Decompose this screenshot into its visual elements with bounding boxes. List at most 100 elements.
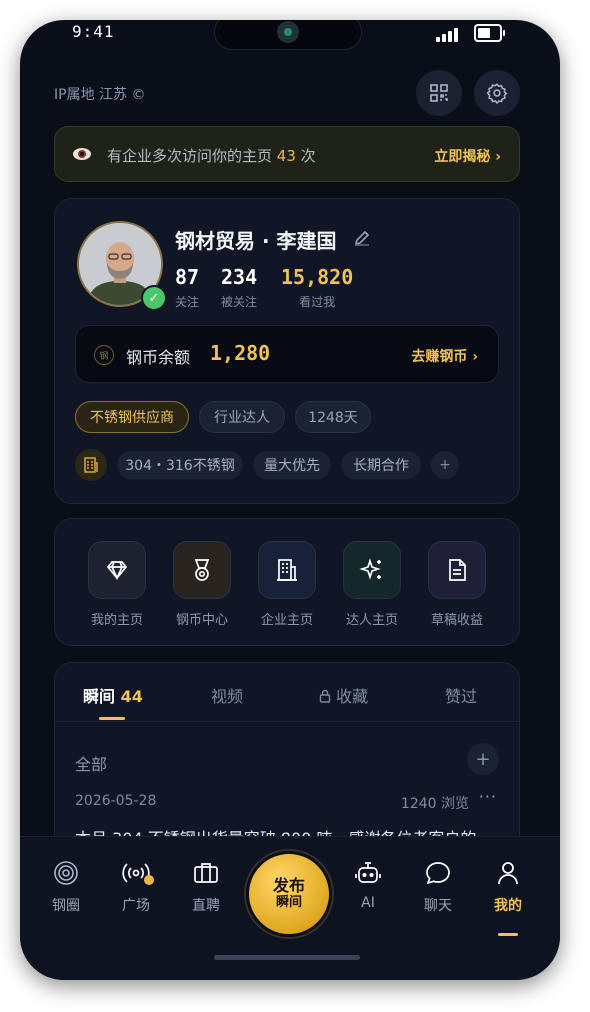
nav-item-chat[interactable]: 聊天 [408,859,468,915]
shortcut-label: 我的主页 [90,613,143,628]
tag-days[interactable]: 1248天 [295,401,371,433]
shortcut-expert-homepage[interactable]: 达人主页 [332,541,412,628]
profile-name: 钢材贸易 · 李建国 [175,229,337,253]
active-nav-indicator [498,933,518,936]
shortcut-label: 草稿收益 [430,613,483,628]
medal-icon [194,559,210,581]
qr-code-button[interactable] [416,70,462,116]
coin-value: 1,280 [210,341,271,365]
shortcut-label: 达人主页 [345,613,398,628]
visitor-banner[interactable]: 有企业多次访问你的主页 43 次 立即揭秘 › [54,126,520,182]
dynamic-island [214,20,362,50]
phone-screen: 9:41 IP属地 江苏 © 有企业多次访问你的主页 43 次 立即揭秘 › ✓… [20,20,560,980]
nav-item-jobs[interactable]: 直聘 [176,859,236,915]
tag-supplier[interactable]: 不锈钢供应商 [75,401,189,433]
shortcut-coin-center[interactable]: 钢币中心 [162,541,242,628]
add-tag-button[interactable]: + [431,451,459,479]
coin-balance-panel[interactable]: 钢 钢币余额 1,280 去赚钢币 › [75,325,499,383]
edit-pencil-icon[interactable] [353,229,371,247]
tab-count: 44 [120,687,143,706]
settings-button[interactable] [474,70,520,116]
publish-label-line1: 发布 [272,876,305,895]
more-options-icon[interactable]: ··· [479,787,497,806]
notification-dot [144,875,154,885]
stat-following[interactable]: 87 关注 [175,265,199,310]
tab-label: 收藏 [336,687,369,706]
signal-icon [436,26,462,42]
nav-item-circle[interactable]: 钢圈 [36,859,96,915]
camera-icon [277,21,299,43]
nav-label: 我的 [494,898,522,914]
tab-favorites[interactable]: 收藏 [319,683,368,707]
post-date: 2026-05-28 [75,793,157,809]
stat-value: 234 [221,265,258,289]
tab-liked[interactable]: 赞过 [445,683,477,707]
business-tag[interactable]: 长期合作 [341,451,421,479]
chat-icon [426,862,450,885]
shortcut-label: 企业主页 [260,613,313,628]
nav-label: 广场 [122,898,150,914]
banner-prefix: 有企业多次访问你的主页 [107,147,273,165]
publish-moment-button[interactable]: 发布 瞬间 [246,851,332,937]
tab-label: 瞬间 [83,687,116,706]
shortcut-draft-earnings[interactable]: 草稿收益 [417,541,497,628]
tab-videos[interactable]: 视频 [211,683,243,707]
building-icon [277,559,297,581]
verified-badge-icon: ✓ [141,285,167,311]
shortcut-label: 钢币中心 [175,613,228,628]
eye-icon [73,148,91,160]
filter-all[interactable]: 全部 [75,751,107,775]
document-icon [449,559,466,581]
qr-code-icon [430,84,448,102]
banner-text: 有企业多次访问你的主页 43 次 [107,145,316,166]
shortcuts-card: 我的主页 钢币中心 企业主页 达人主页 草稿收益 [54,518,520,646]
shortcut-my-homepage[interactable]: 我的主页 [77,541,157,628]
bottom-nav: 钢圈 广场 直聘 发布 瞬间 AI 聊天 我的 [20,836,560,980]
lock-icon [319,689,331,703]
reveal-link[interactable]: 立即揭秘 › [434,146,501,166]
diamond-icon [106,561,128,581]
nav-label: AI [361,895,375,911]
status-time: 9:41 [72,22,115,41]
building-icon [84,457,98,473]
tag-expert[interactable]: 行业达人 [199,401,285,433]
nav-item-square[interactable]: 广场 [106,859,166,915]
coin-icon: 钢 [94,345,114,365]
nav-item-me[interactable]: 我的 [478,859,538,915]
stat-followers[interactable]: 234 被关注 [221,265,257,310]
briefcase-icon [194,863,218,883]
stat-value: 15,820 [281,265,354,289]
tab-divider [55,721,519,722]
profile-card: ✓ 钢材贸易 · 李建国 87 关注 234 被关注 15,820 看过我 钢 … [54,198,520,504]
business-tag[interactable]: 量大优先 [253,451,331,479]
home-indicator [214,955,360,960]
coin-label: 钢币余额 [126,348,191,367]
stat-label: 看过我 [299,295,336,309]
nav-label: 聊天 [424,898,452,914]
battery-icon [474,24,505,42]
business-icon [75,449,107,481]
user-icon [498,862,518,885]
nav-item-ai[interactable]: AI [338,859,398,911]
nav-label: 直聘 [192,898,220,914]
ip-location: IP属地 江苏 © [54,87,146,103]
business-tag[interactable]: 304・316不锈钢 [117,451,243,479]
active-tab-indicator [99,717,125,720]
circles-icon [54,861,78,885]
publish-label-line2: 瞬间 [275,895,302,910]
stat-label: 关注 [175,295,200,309]
shortcut-company-homepage[interactable]: 企业主页 [247,541,327,628]
banner-count: 43 [276,147,296,165]
tab-moments[interactable]: 瞬间 44 [83,683,143,707]
gear-icon [486,83,508,104]
stat-value: 87 [175,265,200,289]
stat-label: 被关注 [221,295,258,309]
banner-suffix: 次 [300,147,316,165]
nav-label: 钢圈 [52,898,80,914]
earn-coins-link[interactable]: 去赚钢币 › [411,346,478,366]
add-post-button[interactable]: + [467,743,499,775]
status-bar: 9:41 [20,20,560,66]
stat-viewed-me[interactable]: 15,820 看过我 [281,265,353,310]
sparkle-icon [359,558,381,580]
robot-icon [355,862,381,883]
